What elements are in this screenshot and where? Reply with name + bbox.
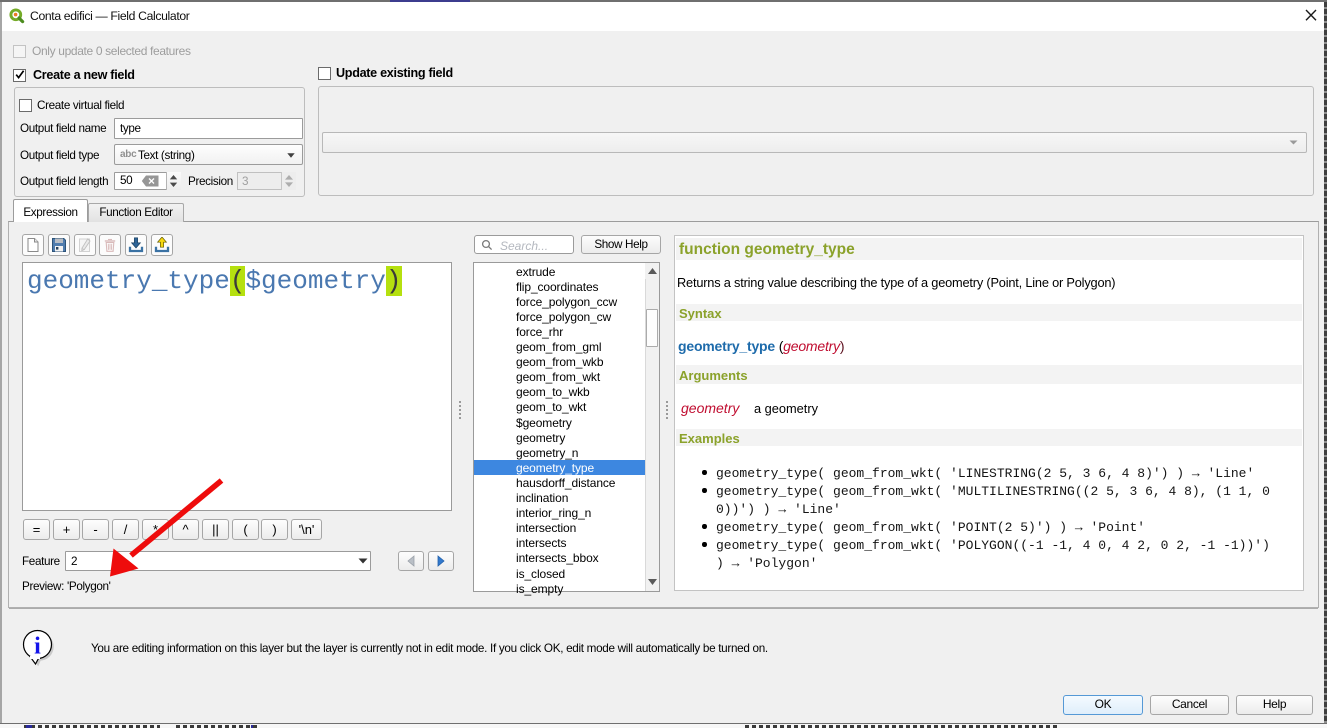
svg-text:i: i	[34, 634, 41, 660]
